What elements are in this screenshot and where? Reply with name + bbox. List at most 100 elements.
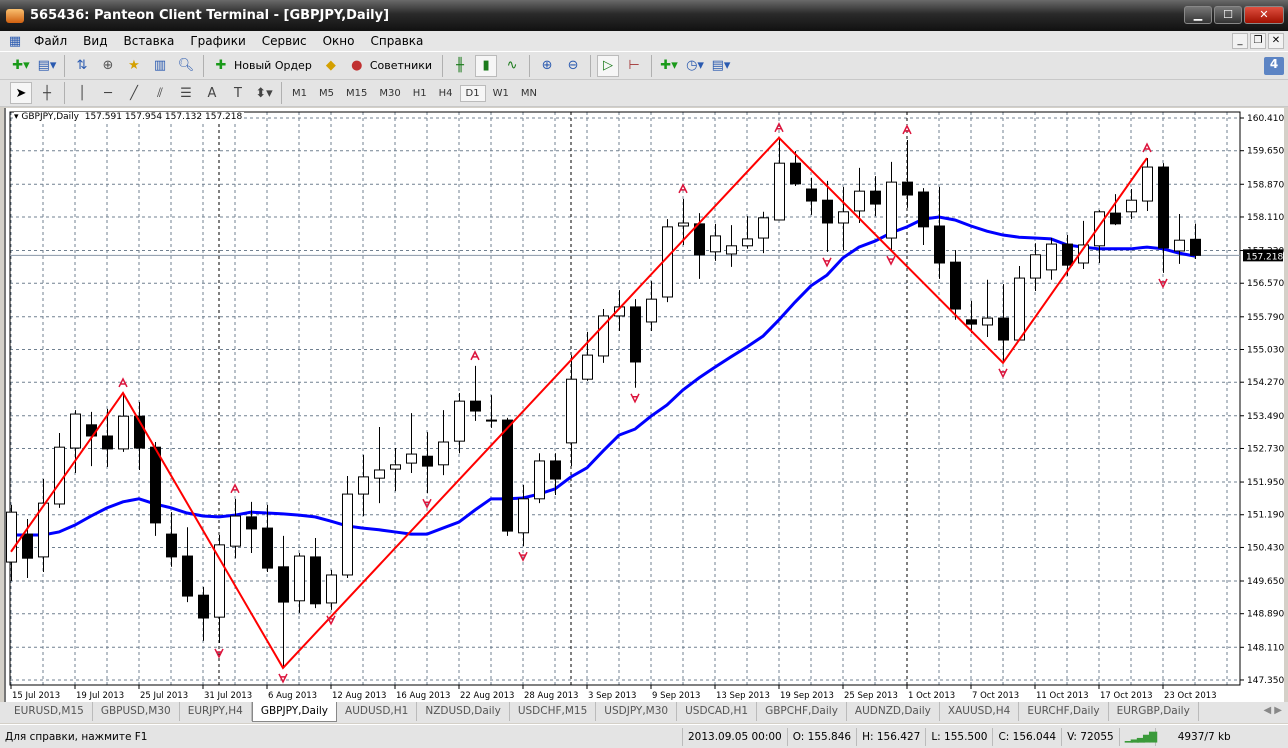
candle <box>630 299 641 388</box>
menu-insert[interactable]: Вставка <box>115 34 182 48</box>
indicators-icon[interactable]: ✚▾ <box>658 55 680 77</box>
time-label: 9 Sep 2013 <box>652 691 700 701</box>
mdi-close-button[interactable]: ✕ <box>1268 33 1284 49</box>
experts-button[interactable]: Советники <box>370 59 432 72</box>
chart-tab[interactable]: EURGBP,Daily <box>1109 702 1199 721</box>
status-high: H: 156.427 <box>857 727 927 746</box>
line-chart-icon[interactable]: ∿ <box>501 55 523 77</box>
menu-help[interactable]: Справка <box>363 34 432 48</box>
periods-clock-icon[interactable]: ◷▾ <box>684 55 706 77</box>
new-order-button[interactable]: Новый Ордер <box>234 59 312 72</box>
close-button[interactable]: ✕ <box>1244 6 1284 24</box>
navigator-icon[interactable]: ★ <box>123 55 145 77</box>
candle-body <box>518 498 529 534</box>
arrows-icon[interactable]: ⬍▾ <box>253 82 275 104</box>
candle-body <box>934 225 945 264</box>
chart-tab[interactable]: EURUSD,M15 <box>6 702 93 721</box>
candle <box>1174 213 1185 264</box>
price-label: 147.350 <box>1247 676 1284 686</box>
chart-tab[interactable]: XAUUSD,H4 <box>940 702 1020 721</box>
price-chart[interactable]: 160.410159.650158.870158.110157.330156.5… <box>6 108 1286 702</box>
timeframe-m30[interactable]: M30 <box>374 86 405 101</box>
timeframe-mn[interactable]: MN <box>516 86 542 101</box>
timeframe-h4[interactable]: H4 <box>434 86 458 101</box>
chart-tab[interactable]: AUDNZD,Daily <box>847 702 940 721</box>
cursor-icon[interactable]: ➤ <box>10 82 32 104</box>
menu-file[interactable]: Файл <box>26 34 75 48</box>
market-watch-icon[interactable]: ⇅ <box>71 55 93 77</box>
candle <box>166 512 177 567</box>
connection-status-icon[interactable]: ▁▂▃▅▇ <box>1120 727 1157 746</box>
mdi-minimize-button[interactable]: _ <box>1232 33 1248 49</box>
candle <box>390 448 401 492</box>
menu-window[interactable]: Окно <box>315 34 363 48</box>
fractal-down-arrow-icon <box>822 257 832 268</box>
candle-body <box>1126 199 1137 213</box>
zoom-out-icon[interactable]: ⊖ <box>562 55 584 77</box>
candle <box>998 284 1009 363</box>
chart-tab[interactable]: EURCHF,Daily <box>1019 702 1109 721</box>
minimize-button[interactable]: ▁ <box>1184 6 1212 24</box>
auto-scroll-icon[interactable]: ▷ <box>597 54 620 77</box>
menu-view[interactable]: Вид <box>75 34 115 48</box>
chart-window[interactable]: 160.410159.650158.870158.110157.330156.5… <box>4 108 1284 702</box>
candle-body <box>374 469 385 479</box>
vertical-line-icon[interactable]: │ <box>71 82 93 104</box>
candle-body <box>630 306 641 363</box>
terminal-icon[interactable]: ▥ <box>149 55 171 77</box>
chart-tab[interactable]: GBPCHF,Daily <box>757 702 847 721</box>
timeframe-m5[interactable]: M5 <box>314 86 339 101</box>
candle <box>502 417 513 536</box>
trendline-icon[interactable]: ╱ <box>123 82 145 104</box>
candle <box>1126 188 1137 220</box>
new-chart-icon[interactable]: ✚▾ <box>10 55 32 77</box>
chart-tab[interactable]: AUDUSD,H1 <box>337 702 418 721</box>
equidistant-channel-icon[interactable]: ⫽ <box>149 82 171 104</box>
collapse-arrow-icon[interactable]: ▾ <box>14 112 19 122</box>
candlestick-chart-icon[interactable]: ▮ <box>475 54 498 77</box>
chart-tab[interactable]: USDJPY,M30 <box>596 702 678 721</box>
menu-charts[interactable]: Графики <box>182 34 253 48</box>
chart-window-icon[interactable]: ▦ <box>6 32 24 50</box>
timeframe-d1[interactable]: D1 <box>459 84 486 102</box>
text-label-icon[interactable]: T <box>227 82 249 104</box>
text-icon[interactable]: A <box>201 82 223 104</box>
chart-tab[interactable]: USDCAD,H1 <box>677 702 758 721</box>
chart-tab[interactable]: NZDUSD,Daily <box>417 702 510 721</box>
templates-icon[interactable]: ▤▾ <box>710 55 732 77</box>
timeframe-m1[interactable]: M1 <box>287 86 312 101</box>
chart-tab[interactable]: GBPJPY,Daily <box>251 702 338 722</box>
timeframe-w1[interactable]: W1 <box>488 86 514 101</box>
candle <box>102 408 113 467</box>
mdi-restore-button[interactable]: ❐ <box>1250 33 1266 49</box>
time-label: 1 Oct 2013 <box>908 691 955 701</box>
tab-scroll-arrows-icon[interactable]: ◀ ▶ <box>1263 705 1282 716</box>
data-window-icon[interactable]: ⊕ <box>97 55 119 77</box>
crosshair-icon[interactable]: ┼ <box>36 82 58 104</box>
chart-tab[interactable]: EURJPY,H4 <box>180 702 252 721</box>
menu-tools[interactable]: Сервис <box>254 34 315 48</box>
chart-open: 157.591 <box>84 112 122 122</box>
candle-body <box>822 199 833 224</box>
horizontal-line-icon[interactable]: ─ <box>97 82 119 104</box>
profiles-icon[interactable]: ▤▾ <box>36 55 58 77</box>
time-label: 31 Jul 2013 <box>204 691 252 701</box>
timeframe-m15[interactable]: M15 <box>341 86 372 101</box>
candle <box>230 498 241 559</box>
chart-tab[interactable]: GBPUSD,M30 <box>93 702 180 721</box>
candle-body <box>1174 239 1185 252</box>
experts-icon[interactable]: ● <box>346 55 368 77</box>
fibonacci-icon[interactable]: ☰ <box>175 82 197 104</box>
timeframe-h1[interactable]: H1 <box>408 86 432 101</box>
chart-tab[interactable]: USDCHF,M15 <box>510 702 597 721</box>
bar-chart-icon[interactable]: ╫ <box>449 55 471 77</box>
strategy-tester-icon[interactable]: 🔍︎ <box>175 55 197 77</box>
chart-shift-icon[interactable]: ⊢ <box>623 55 645 77</box>
metaeditor-icon[interactable]: ◆ <box>320 55 342 77</box>
maximize-button[interactable]: ☐ <box>1214 6 1242 24</box>
candle <box>758 211 769 254</box>
candle-body <box>486 419 497 422</box>
new-order-icon[interactable]: ✚ <box>210 55 232 77</box>
zoom-in-icon[interactable]: ⊕ <box>536 55 558 77</box>
notifications-badge[interactable]: 4 <box>1264 57 1284 75</box>
